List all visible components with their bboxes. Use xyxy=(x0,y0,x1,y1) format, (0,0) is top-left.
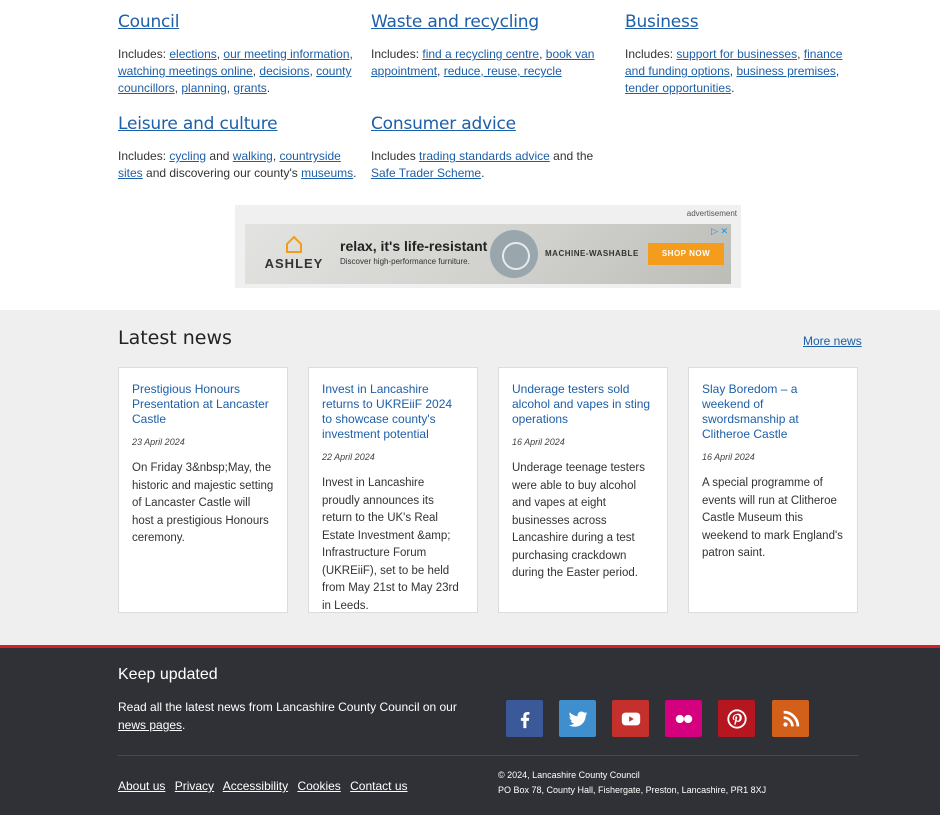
link-business-premises[interactable]: business premises xyxy=(736,64,835,78)
includes-label: Includes: xyxy=(118,47,167,61)
ad-shop-button[interactable]: SHOP NOW xyxy=(648,243,724,265)
link-museums[interactable]: museums xyxy=(301,166,353,180)
service-council: Council Includes: elections, our meeting… xyxy=(118,12,358,97)
pinterest-icon xyxy=(726,708,747,729)
connector-text: and xyxy=(209,149,230,163)
link-walking[interactable]: walking xyxy=(233,149,273,163)
twitter-link[interactable] xyxy=(559,700,596,737)
flickr-link[interactable] xyxy=(665,700,702,737)
service-desc-consumer: Includes trading standards advice and th… xyxy=(371,149,594,180)
rss-icon xyxy=(782,710,799,727)
pinterest-link[interactable] xyxy=(718,700,755,737)
service-desc-council: Includes: elections, our meeting informa… xyxy=(118,47,353,95)
link-recycling-centre[interactable]: find a recycling centre xyxy=(422,47,539,61)
ad-label: advertisement xyxy=(686,209,737,218)
service-consumer: Consumer advice Includes trading standar… xyxy=(371,114,611,182)
service-title-business[interactable]: Business xyxy=(625,12,865,32)
twitter-icon xyxy=(568,711,588,727)
footer-copyright-block: © 2024, Lancashire County Council PO Box… xyxy=(498,768,766,798)
service-business: Business Includes: support for businesse… xyxy=(625,12,865,97)
link-meeting-information[interactable]: our meeting information xyxy=(223,47,349,61)
news-card-title[interactable]: Prestigious Honours Presentation at Lanc… xyxy=(132,382,274,427)
keep-updated-copy: Read all the latest news from Lancashire… xyxy=(118,700,457,714)
site-footer: Keep updated Read all the latest news fr… xyxy=(0,645,940,815)
service-title-consumer[interactable]: Consumer advice xyxy=(371,114,611,134)
news-card-date: 16 April 2024 xyxy=(512,437,565,447)
facebook-icon xyxy=(520,711,529,728)
ad-banner[interactable]: ASHLEY relax, it's life-resistant Discov… xyxy=(245,224,731,284)
link-grants[interactable]: grants xyxy=(233,81,266,95)
ad-feature: MACHINE-WASHABLE xyxy=(545,249,639,258)
news-pages-link[interactable]: news pages xyxy=(118,718,182,732)
footer-divider xyxy=(118,755,858,756)
includes-label: Includes: xyxy=(371,47,420,61)
service-leisure: Leisure and culture Includes: cycling an… xyxy=(118,114,358,182)
copyright-text: © 2024, Lancashire County Council xyxy=(498,770,640,780)
news-card-title[interactable]: Underage testers sold alcohol and vapes … xyxy=(512,382,654,427)
service-title-leisure[interactable]: Leisure and culture xyxy=(118,114,358,134)
link-business-support[interactable]: support for businesses xyxy=(676,47,797,61)
service-desc-business: Includes: support for businesses, financ… xyxy=(625,47,843,95)
link-reduce-reuse[interactable]: reduce, reuse, recycle xyxy=(444,64,562,78)
accessibility-link[interactable]: Accessibility xyxy=(223,779,288,793)
link-elections[interactable]: elections xyxy=(169,47,216,61)
includes-label: Includes: xyxy=(118,149,167,163)
ad-subline: Discover high-performance furniture. xyxy=(340,257,470,266)
youtube-link[interactable] xyxy=(612,700,649,737)
keep-updated-text: Read all the latest news from Lancashire… xyxy=(118,698,473,734)
service-title-council[interactable]: Council xyxy=(118,12,358,32)
address-text: PO Box 78, County Hall, Fishergate, Pres… xyxy=(498,785,767,795)
latest-news-section: Latest news More news Prestigious Honour… xyxy=(0,310,940,646)
latest-news-heading: Latest news xyxy=(118,327,232,349)
flickr-icon xyxy=(675,714,692,723)
services-section: Council Includes: elections, our meeting… xyxy=(0,0,940,310)
footer-links: About us Privacy Accessibility Cookies C… xyxy=(118,779,414,793)
contact-us-link[interactable]: Contact us xyxy=(350,779,407,793)
link-decisions[interactable]: decisions xyxy=(259,64,309,78)
link-cycling[interactable]: cycling xyxy=(169,149,206,163)
advertisement: advertisement ASHLEY relax, it's life-re… xyxy=(235,205,741,288)
keep-updated-period: . xyxy=(182,718,186,732)
keep-updated-heading: Keep updated xyxy=(118,666,218,683)
service-desc-leisure: Includes: cycling and walking, countrysi… xyxy=(118,149,357,180)
includes-label: Includes xyxy=(371,149,416,163)
news-card[interactable]: Prestigious Honours Presentation at Lanc… xyxy=(118,367,288,613)
news-card-date: 23 April 2024 xyxy=(132,437,185,447)
news-card-date: 22 April 2024 xyxy=(322,452,375,462)
link-planning[interactable]: planning xyxy=(181,81,226,95)
link-tender-opportunities[interactable]: tender opportunities xyxy=(625,81,731,95)
news-card-title[interactable]: Slay Boredom – a weekend of swordsmanshi… xyxy=(702,382,844,442)
ad-headline: relax, it's life-resistant xyxy=(340,238,488,254)
adchoices-icon[interactable]: ▷ ✕ xyxy=(711,226,728,237)
more-news-link[interactable]: More news xyxy=(803,334,862,348)
house-logo-icon xyxy=(286,235,302,253)
news-card-summary: A special programme of events will run a… xyxy=(702,477,843,559)
youtube-icon xyxy=(621,712,640,725)
privacy-link[interactable]: Privacy xyxy=(175,779,214,793)
news-card-date: 16 April 2024 xyxy=(702,452,755,462)
tail-text: and discovering our county's xyxy=(146,166,298,180)
link-safe-trader[interactable]: Safe Trader Scheme xyxy=(371,166,481,180)
facebook-link[interactable] xyxy=(506,700,543,737)
rss-link[interactable] xyxy=(772,700,809,737)
cookies-link[interactable]: Cookies xyxy=(297,779,340,793)
link-trading-standards[interactable]: trading standards advice xyxy=(419,149,550,163)
service-desc-waste: Includes: find a recycling centre, book … xyxy=(371,47,595,78)
news-card[interactable]: Underage testers sold alcohol and vapes … xyxy=(498,367,668,613)
connector-text: and the xyxy=(553,149,594,163)
news-card-title[interactable]: Invest in Lancashire returns to UKREiiF … xyxy=(322,382,464,442)
news-card-summary: Invest in Lancashire proudly announces i… xyxy=(322,477,459,612)
includes-label: Includes: xyxy=(625,47,674,61)
service-title-waste[interactable]: Waste and recycling xyxy=(371,12,611,32)
about-us-link[interactable]: About us xyxy=(118,779,165,793)
link-watching-meetings[interactable]: watching meetings online xyxy=(118,64,253,78)
news-card-summary: On Friday 3&nbsp;May, the historic and m… xyxy=(132,462,274,544)
news-card-summary: Underage teenage testers were able to bu… xyxy=(512,462,645,579)
news-card[interactable]: Slay Boredom – a weekend of swordsmanshi… xyxy=(688,367,858,613)
news-card[interactable]: Invest in Lancashire returns to UKREiiF … xyxy=(308,367,478,613)
ad-brand: ASHLEY xyxy=(264,256,324,271)
service-waste: Waste and recycling Includes: find a rec… xyxy=(371,12,611,80)
washer-icon xyxy=(490,230,538,278)
